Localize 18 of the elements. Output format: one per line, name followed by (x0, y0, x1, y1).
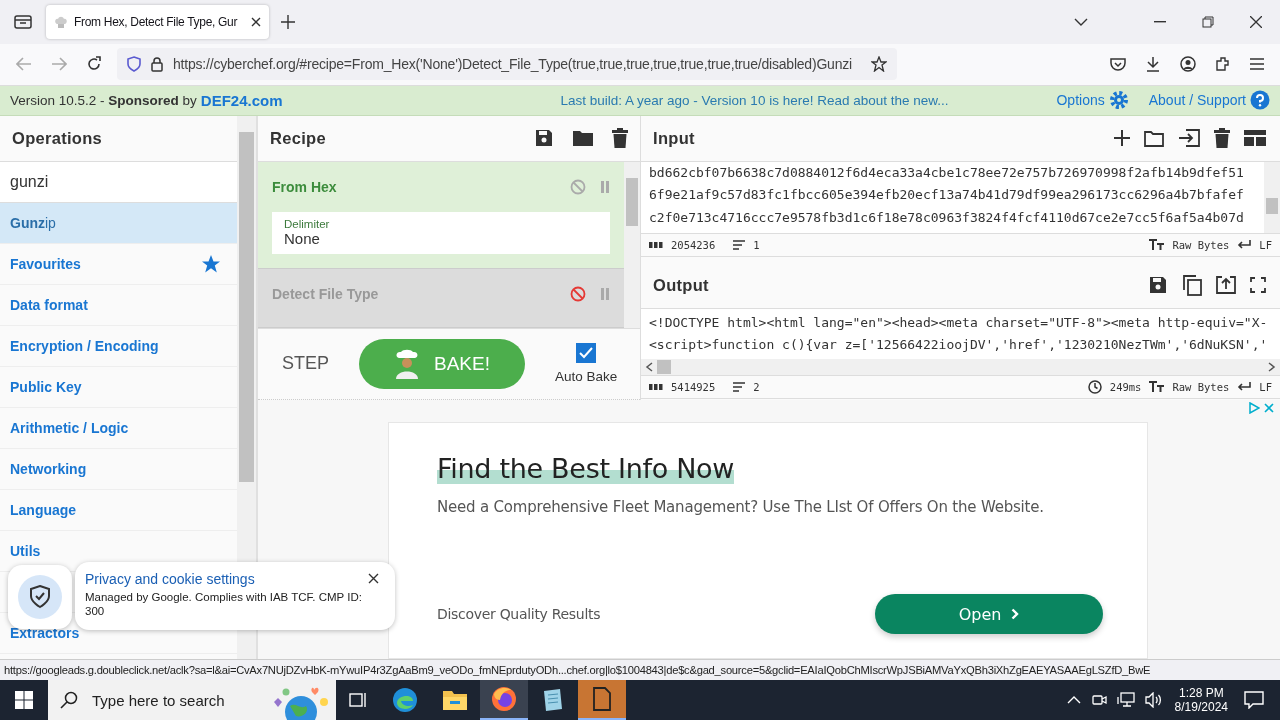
panel-title: Recipe (270, 128, 326, 148)
tab-title: From Hex, Detect File Type, Gur (74, 14, 239, 29)
panel-title: Operations (12, 128, 103, 148)
line-count: 1 (753, 238, 760, 251)
ad-tagline: Discover Quality Results (437, 606, 601, 623)
length-count: 2054236 (671, 238, 716, 251)
checkbox-label: Auto Bake (555, 369, 618, 385)
bake-time: 249ms (1109, 380, 1142, 393)
length-count: 5414925 (671, 380, 716, 393)
ad-text: Need a Comprehensive Fleet Management? Use The LIst Of Offers On the Website. (437, 497, 1045, 516)
step-title: Detect File Type (272, 285, 379, 302)
panel-title: Output (653, 275, 709, 295)
panel-title: Input (653, 128, 695, 148)
link-url: https://googleads.g.doubleclick.net/aclk?sa=l&ai=CvAx7NUjDZvHbK-mYwuIP4r3ZgAaBm9_veODo_fmNEprdutyODh...chef.org|lo$1004843|de$c&gad_source=5&gclid=EAIaIQobChMIscrWpJSBiAMVaYxQBh3iXhZgEAEYASAAEgLSZfD_BwE (4, 664, 1151, 676)
url-text: https://cyberchef.org/#recipe=From_Hex('None')Detect_File_Type(true,true,true,true,true,true,true/disabled)Gunzi (173, 56, 853, 73)
step-title: From Hex (272, 178, 337, 195)
version-text: Version 10.5.2 - Sponsored by (10, 92, 197, 108)
line-count: 2 (753, 380, 760, 393)
